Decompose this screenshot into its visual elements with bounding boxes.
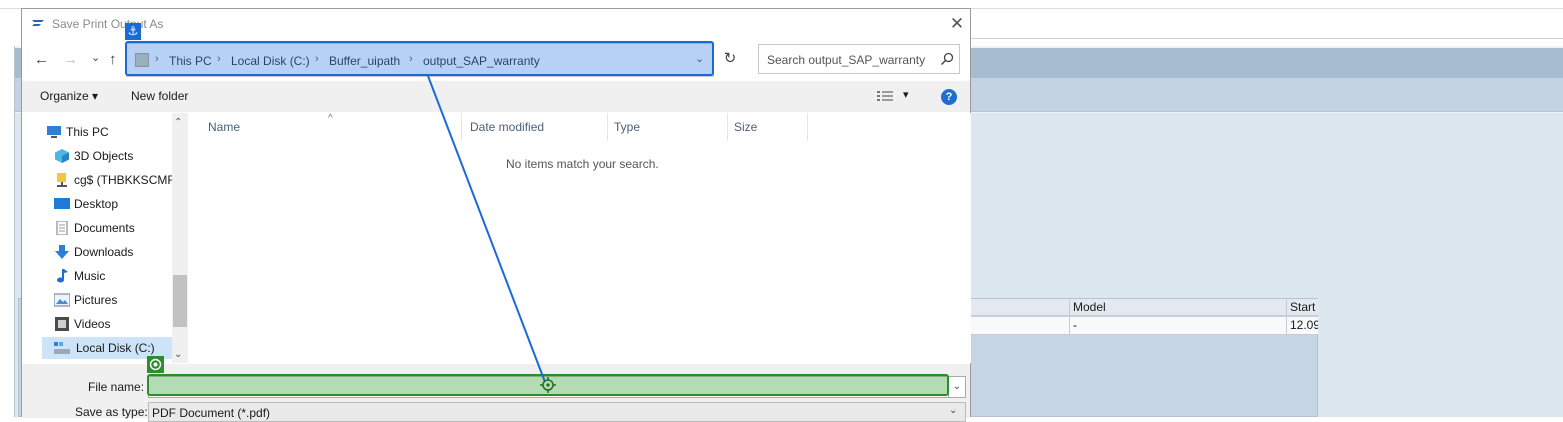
- tree-item-label: cg$ (THBKKSCMR: [74, 173, 177, 187]
- tree-item-label: This PC: [66, 125, 109, 139]
- tree-item-label: Music: [74, 269, 106, 283]
- file-name-label: File name:: [88, 380, 145, 394]
- tree-item-label: Videos: [74, 317, 111, 331]
- computer-icon: [47, 126, 61, 138]
- column-header-label: Name: [208, 120, 241, 134]
- empty-message: No items match your search.: [506, 157, 659, 171]
- download-icon: [55, 245, 69, 259]
- app-icon: [32, 20, 44, 26]
- forward-button[interactable]: →: [63, 51, 78, 69]
- save-as-type-value: PDF Document (*.pdf): [152, 406, 271, 420]
- command-toolbar: Organize ▾ New folder ▾ ?: [22, 81, 970, 112]
- chevron-down-icon[interactable]: ⌄: [174, 349, 182, 360]
- sap-header-blank: [970, 299, 1070, 315]
- tree-item-label: Desktop: [74, 197, 119, 211]
- music-icon: [57, 269, 68, 283]
- column-header-name[interactable]: ^ Name: [188, 113, 462, 141]
- background-divider: [970, 38, 1563, 39]
- close-button[interactable]: ✕: [947, 14, 967, 34]
- desktop-icon: [54, 198, 70, 209]
- search-placeholder: Search output_SAP_warranty: [767, 53, 926, 67]
- chevron-up-icon[interactable]: ⌃: [174, 117, 182, 128]
- target-badge-icon: [147, 356, 164, 373]
- tree-item-label: Downloads: [74, 245, 134, 259]
- column-header-type[interactable]: Type: [608, 113, 728, 141]
- drive-icon: [54, 342, 70, 354]
- sap-cell-blank: [970, 317, 1070, 334]
- search-icon[interactable]: [939, 51, 955, 67]
- view-dropdown-button[interactable]: ▾: [903, 88, 909, 101]
- sap-header-start[interactable]: Start: [1287, 299, 1318, 315]
- sap-cell-model: -: [1070, 317, 1287, 334]
- navigation-pane-scrollbar[interactable]: ⌃ ⌄: [172, 113, 188, 363]
- view-options-icon[interactable]: [877, 90, 893, 102]
- help-icon[interactable]: ?: [941, 89, 957, 105]
- file-name-dropdown-button[interactable]: ⌄: [948, 376, 966, 398]
- dialog-titlebar[interactable]: Save Print Output As ✕: [22, 9, 970, 39]
- tree-item-label: Local Disk (C:): [76, 341, 155, 355]
- sap-cell-start: 12.09: [1290, 318, 1318, 332]
- cube-icon: [55, 149, 69, 163]
- network-drive-icon: [57, 173, 67, 187]
- tree-item-label: Pictures: [74, 293, 118, 307]
- pictures-icon: [54, 293, 70, 307]
- new-folder-button[interactable]: New folder: [131, 89, 188, 103]
- tree-item-label: 3D Objects: [74, 149, 134, 163]
- tree-item-label: Documents: [74, 221, 135, 235]
- document-icon: [56, 221, 68, 235]
- chevron-down-icon[interactable]: ⌄: [949, 405, 957, 416]
- dialog-title: Save Print Output As: [52, 17, 164, 31]
- sort-up-icon: ^: [328, 113, 333, 124]
- search-input[interactable]: Search output_SAP_warranty: [758, 44, 960, 74]
- sap-header-model[interactable]: Model: [1070, 299, 1287, 315]
- anchor-icon: ⚓: [125, 23, 141, 40]
- sap-table-header: Model Start: [970, 299, 1318, 316]
- refresh-button[interactable]: ↻: [715, 43, 745, 77]
- save-as-type-select[interactable]: PDF Document (*.pdf) ⌄: [148, 402, 966, 422]
- address-bar-highlight: [125, 41, 714, 76]
- column-header-size[interactable]: Size: [728, 113, 808, 141]
- recent-locations-button[interactable]: ⌄: [91, 49, 100, 67]
- back-button[interactable]: ←: [34, 51, 49, 69]
- video-icon: [55, 317, 69, 331]
- up-button[interactable]: ↑: [109, 51, 117, 69]
- organize-button[interactable]: Organize ▾: [40, 89, 98, 103]
- file-list[interactable]: ^ Name Date modified Type Size No items …: [188, 113, 971, 363]
- sap-table-row[interactable]: - 12.09: [970, 317, 1318, 335]
- navigation-pane: This PC 3D Objects cg$ (THBKKSCMR Deskto…: [22, 113, 188, 363]
- column-header-date[interactable]: Date modified: [462, 113, 608, 141]
- scrollbar-thumb[interactable]: [173, 275, 187, 327]
- file-name-highlight: [147, 374, 949, 396]
